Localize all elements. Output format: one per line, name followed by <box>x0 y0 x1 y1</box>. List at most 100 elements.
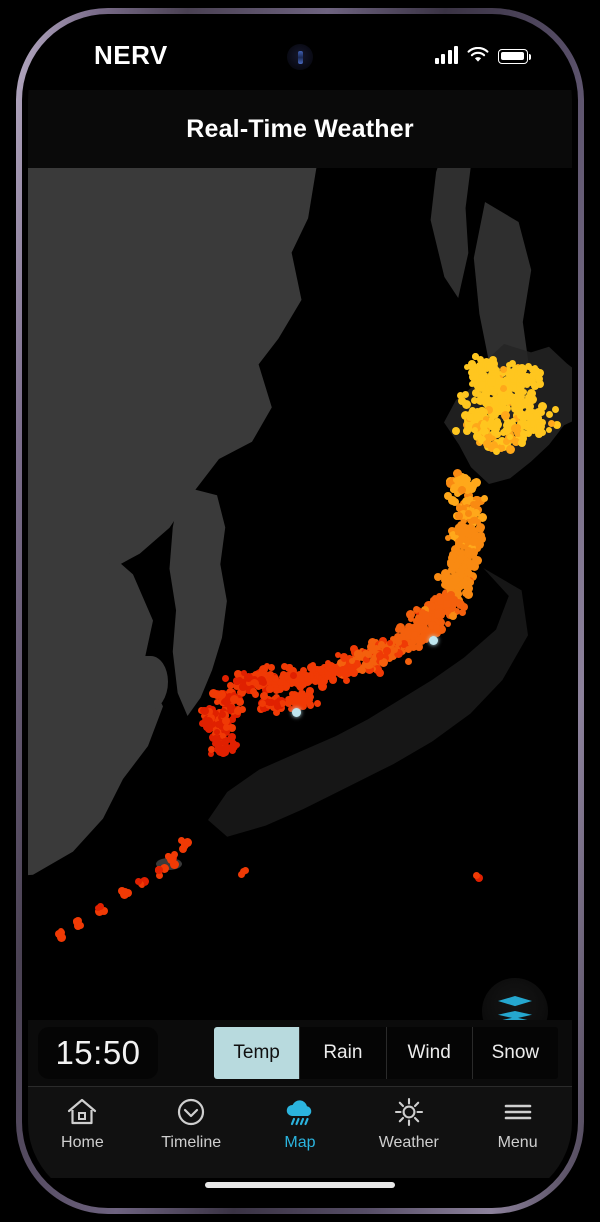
observation-dot <box>511 423 520 433</box>
observation-dot <box>548 420 555 427</box>
observation-dot <box>292 697 302 707</box>
observation-dot <box>534 374 543 383</box>
observation-dot <box>221 675 229 682</box>
observation-dot <box>404 634 411 641</box>
home-indicator[interactable] <box>205 1182 395 1188</box>
layer-segment-wind[interactable]: Wind <box>386 1027 473 1079</box>
observation-dot <box>493 430 501 438</box>
observation-dot <box>339 665 349 675</box>
wifi-icon <box>467 46 489 64</box>
observation-dot <box>358 667 366 675</box>
weather-map[interactable] <box>28 168 572 1086</box>
tab-label: Map <box>284 1134 316 1151</box>
observation-dot <box>258 700 266 708</box>
tab-menu[interactable]: Menu <box>463 1087 572 1152</box>
layer-segment-snow[interactable]: Snow <box>472 1027 558 1079</box>
observation-dot <box>422 637 429 643</box>
page-title: Real-Time Weather <box>28 90 572 168</box>
observation-dot <box>229 739 237 747</box>
observation-dot <box>415 642 424 651</box>
observation-dot <box>505 369 515 379</box>
observation-dot <box>215 749 222 756</box>
observation-dot <box>348 665 357 674</box>
observation-dot <box>405 610 415 620</box>
layer-segmented-control[interactable]: Temp Rain Wind Snow <box>214 1027 558 1079</box>
observation-dot <box>545 410 553 418</box>
observation-dot <box>405 657 413 665</box>
observation-dot <box>472 556 482 566</box>
observation-dot <box>551 406 559 413</box>
observation-dot <box>306 696 313 703</box>
observation-dot <box>458 609 466 617</box>
observation-dot <box>325 659 331 666</box>
observation-dot <box>273 703 281 710</box>
observation-dot <box>515 400 522 408</box>
observation-dot <box>96 903 104 911</box>
observation-dot <box>311 677 319 685</box>
observation-dot <box>267 664 275 672</box>
time-display[interactable]: 15:50 <box>38 1027 158 1079</box>
home-icon <box>65 1096 99 1128</box>
layer-segment-rain[interactable]: Rain <box>300 1027 387 1079</box>
observation-dot <box>468 548 478 557</box>
phone-screen: NERV Real-Time Weather 15:50 Temp Rain W… <box>28 20 572 1202</box>
observation-dot <box>441 572 448 579</box>
observation-dot <box>510 396 517 403</box>
observation-dot <box>371 655 378 662</box>
observation-dot <box>120 888 129 897</box>
observation-dot <box>229 746 237 754</box>
tab-map[interactable]: Map <box>246 1087 355 1152</box>
dynamic-island <box>287 44 313 70</box>
observation-dot <box>443 607 451 615</box>
observation-dot <box>220 738 229 746</box>
hamburger-icon <box>501 1096 535 1128</box>
observation-dot <box>343 676 351 684</box>
observation-dot <box>452 576 460 584</box>
map-controls: 15:50 Temp Rain Wind Snow <box>28 1020 572 1086</box>
observation-dot <box>451 426 460 435</box>
observation-dot <box>471 529 478 536</box>
tab-weather[interactable]: Weather <box>354 1087 463 1152</box>
camera-icon <box>297 50 303 64</box>
observation-dot <box>280 662 288 670</box>
observation-dot <box>335 651 341 658</box>
observation-dot <box>500 410 510 420</box>
observation-dot <box>421 612 430 621</box>
carrier-label: NERV <box>94 40 168 70</box>
observation-dot <box>466 578 474 586</box>
observation-dot <box>445 620 452 627</box>
observation-dot <box>382 646 391 655</box>
observation-dot <box>239 867 247 875</box>
observation-dot <box>325 670 332 678</box>
observation-dot <box>200 707 209 716</box>
page-title-label: Real-Time Weather <box>186 114 414 143</box>
observation-dot <box>289 672 297 679</box>
clock-icon <box>174 1096 208 1128</box>
observation-dot <box>213 728 220 735</box>
cellular-bars-icon <box>434 46 458 64</box>
observation-dot <box>465 559 473 567</box>
tab-label: Home <box>61 1134 104 1151</box>
selected-station-marker[interactable] <box>292 708 301 717</box>
observation-dot <box>443 599 452 608</box>
status-icons <box>434 46 531 64</box>
selected-station-marker[interactable] <box>429 636 438 645</box>
observation-dot <box>182 838 192 848</box>
bottom-tab-bar[interactable]: Home Timeline Map Weather Menu <box>28 1086 572 1178</box>
observation-dot <box>306 701 314 709</box>
observation-dot <box>221 746 229 754</box>
observation-dot <box>271 674 279 682</box>
observation-dot <box>490 442 497 449</box>
observation-dot <box>366 643 375 651</box>
observation-dot <box>472 872 480 880</box>
observation-dot <box>455 511 464 520</box>
tab-timeline[interactable]: Timeline <box>137 1087 246 1152</box>
observation-dot <box>341 655 348 662</box>
observation-dot <box>526 389 536 399</box>
layer-segment-temp[interactable]: Temp <box>214 1027 301 1079</box>
screenshot-root: NERV Real-Time Weather 15:50 Temp Rain W… <box>0 0 600 1222</box>
status-bar: NERV <box>28 20 572 90</box>
observation-dot <box>508 360 516 367</box>
observation-dot <box>463 479 472 488</box>
tab-home[interactable]: Home <box>28 1087 137 1152</box>
